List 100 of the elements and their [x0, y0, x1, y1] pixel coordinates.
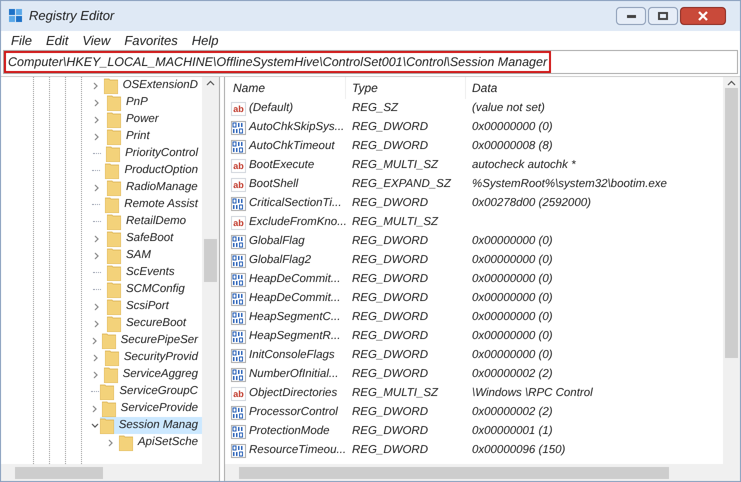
tree-item-label[interactable]: SCMConfig	[126, 280, 185, 298]
value-name[interactable]: HeapDeCommit...	[249, 270, 340, 288]
value-type: REG_DWORD	[351, 196, 430, 211]
tree-item-label[interactable]: ScsiPort	[126, 298, 169, 316]
tree-item-label[interactable]: ServiceGroupC	[119, 382, 198, 400]
close-button[interactable]	[680, 7, 726, 25]
chevron-right-icon[interactable]	[92, 370, 100, 378]
value-name[interactable]: InitConsoleFlags	[249, 346, 335, 364]
value-name[interactable]: ResourceTimeou...	[249, 442, 346, 460]
vertical-scrollbar[interactable]	[202, 77, 219, 464]
value-name[interactable]: AutoChkTimeout	[249, 138, 335, 156]
scroll-up-icon[interactable]	[727, 80, 736, 86]
tree-item-label[interactable]: PnP	[126, 94, 148, 112]
tree-item-label[interactable]: OSExtensionD	[122, 77, 198, 94]
tree-item-label[interactable]: SafeBoot	[126, 230, 174, 248]
maximize-button[interactable]	[648, 7, 678, 25]
binary-value-icon	[231, 444, 246, 458]
scroll-thumb[interactable]	[725, 88, 738, 358]
chevron-right-icon[interactable]	[93, 132, 101, 140]
value-name[interactable]: NumberOfInitial...	[249, 366, 338, 384]
menu-item[interactable]: File	[5, 30, 38, 50]
binary-value-icon	[231, 310, 246, 324]
chevron-right-icon[interactable]	[91, 404, 99, 412]
value-name[interactable]: ObjectDirectories	[249, 384, 338, 402]
chevron-right-icon[interactable]	[93, 252, 101, 260]
value-type: REG_DWORD	[351, 120, 430, 135]
menu-item[interactable]: View	[76, 30, 116, 50]
value-name[interactable]: GlobalFlag	[249, 232, 305, 250]
chevron-right-icon[interactable]	[107, 438, 116, 446]
folder-icon	[107, 282, 121, 298]
menu-item[interactable]: Edit	[40, 30, 74, 50]
scroll-up-icon[interactable]	[206, 80, 215, 86]
chevron-right-icon[interactable]	[93, 302, 101, 310]
value-name[interactable]: BootShell	[249, 176, 298, 194]
chevron-right-icon[interactable]	[93, 320, 101, 328]
column-header[interactable]: Data	[465, 77, 498, 99]
binary-value-icon	[231, 424, 246, 438]
selected-tree-item[interactable]: Session Manag	[100, 416, 202, 434]
menu-item[interactable]: Help	[186, 30, 225, 50]
value-type: REG_DWORD	[351, 138, 430, 154]
value-name[interactable]: CriticalSectionTi...	[249, 194, 342, 212]
value-name[interactable]: HeapDeCommit...	[249, 290, 340, 308]
tree-item-label[interactable]: SecurePipeSer	[120, 332, 198, 350]
value-data: 0x00000001 (1)	[471, 424, 553, 439]
chevron-right-icon[interactable]	[93, 234, 101, 242]
value-name[interactable]: ProtectionMode	[249, 422, 330, 440]
chevron-right-icon[interactable]	[92, 354, 100, 362]
value-name[interactable]: ProcessorControl	[249, 404, 338, 422]
tree-item-label[interactable]: RetailDemo	[126, 212, 186, 230]
chevron-right-icon[interactable]	[92, 82, 100, 90]
tree-item-label[interactable]: SecureBoot	[126, 314, 186, 332]
tree-item-label[interactable]: ApiSetSche	[138, 434, 198, 452]
value-name[interactable]: BootExecute	[249, 156, 314, 174]
tree-item-label[interactable]: ScEvents	[126, 264, 175, 282]
tree-item-label[interactable]: Print	[126, 128, 150, 146]
scroll-thumb[interactable]	[15, 466, 103, 478]
scroll-thumb[interactable]	[239, 466, 669, 478]
folder-icon	[107, 180, 121, 196]
value-type: REG_DWORD	[351, 252, 430, 268]
tree-item-label[interactable]: PriorityControl	[125, 144, 198, 162]
binary-value-icon	[231, 196, 246, 210]
value-type: REG_DWORD	[351, 442, 430, 458]
tree-item-label[interactable]: SAM	[126, 246, 151, 264]
chevron-right-icon[interactable]	[93, 98, 101, 106]
value-data: 0x00000008 (8)	[471, 138, 553, 154]
scroll-thumb[interactable]	[204, 239, 217, 282]
vertical-scrollbar[interactable]	[723, 77, 740, 464]
value-name[interactable]: AutoChkSkipSys...	[249, 118, 344, 136]
chevron-down-icon[interactable]	[91, 422, 99, 430]
tree-item-label[interactable]: ProductOption	[124, 162, 198, 180]
tree-item-label[interactable]: ServiceAggreg	[122, 366, 198, 384]
value-data: %SystemRoot%\system32\bootim.exe	[471, 176, 667, 192]
value-name[interactable]: HeapSegmentR...	[249, 328, 340, 346]
column-header[interactable]: Name	[225, 77, 345, 99]
chevron-right-icon[interactable]	[93, 116, 101, 124]
tree-item-label[interactable]: RadioManage	[126, 178, 198, 196]
tree-item-label[interactable]: Power	[126, 110, 159, 128]
tree-item-label[interactable]: Remote Assist	[124, 196, 198, 214]
tree-item-label[interactable]: ServiceProvide	[120, 400, 198, 418]
tree-item-label[interactable]: SecurityProvid	[124, 348, 198, 366]
value-name[interactable]: GlobalFlag2	[249, 252, 312, 270]
tree-item-label[interactable]: Session Manag	[118, 416, 198, 434]
horizontal-scrollbar[interactable]	[225, 464, 740, 481]
binary-value-icon	[231, 140, 246, 154]
folder-icon	[107, 230, 121, 246]
chevron-right-icon[interactable]	[91, 336, 99, 344]
address-field[interactable]: Computer\HKEY_LOCAL_MACHINE\OfflineSystemHive\ControlSet001\Control\Session Manager	[4, 51, 552, 73]
value-type: REG_DWORD	[351, 348, 430, 363]
value-name[interactable]: HeapSegmentC...	[249, 308, 340, 326]
chevron-right-icon[interactable]	[93, 184, 101, 192]
folder-icon	[104, 366, 118, 382]
horizontal-scrollbar[interactable]	[1, 464, 219, 481]
value-type: REG_DWORD	[351, 328, 430, 344]
value-name[interactable]: ExcludeFromKno...	[249, 214, 347, 232]
value-type: REG_SZ	[351, 100, 400, 116]
minimize-button[interactable]	[616, 7, 646, 25]
menu-item[interactable]: Favorites	[118, 30, 184, 50]
column-header[interactable]: Type	[345, 77, 465, 99]
value-name[interactable]: (Default)	[249, 100, 294, 118]
value-data: 0x00278d00 (2592000)	[471, 196, 591, 211]
